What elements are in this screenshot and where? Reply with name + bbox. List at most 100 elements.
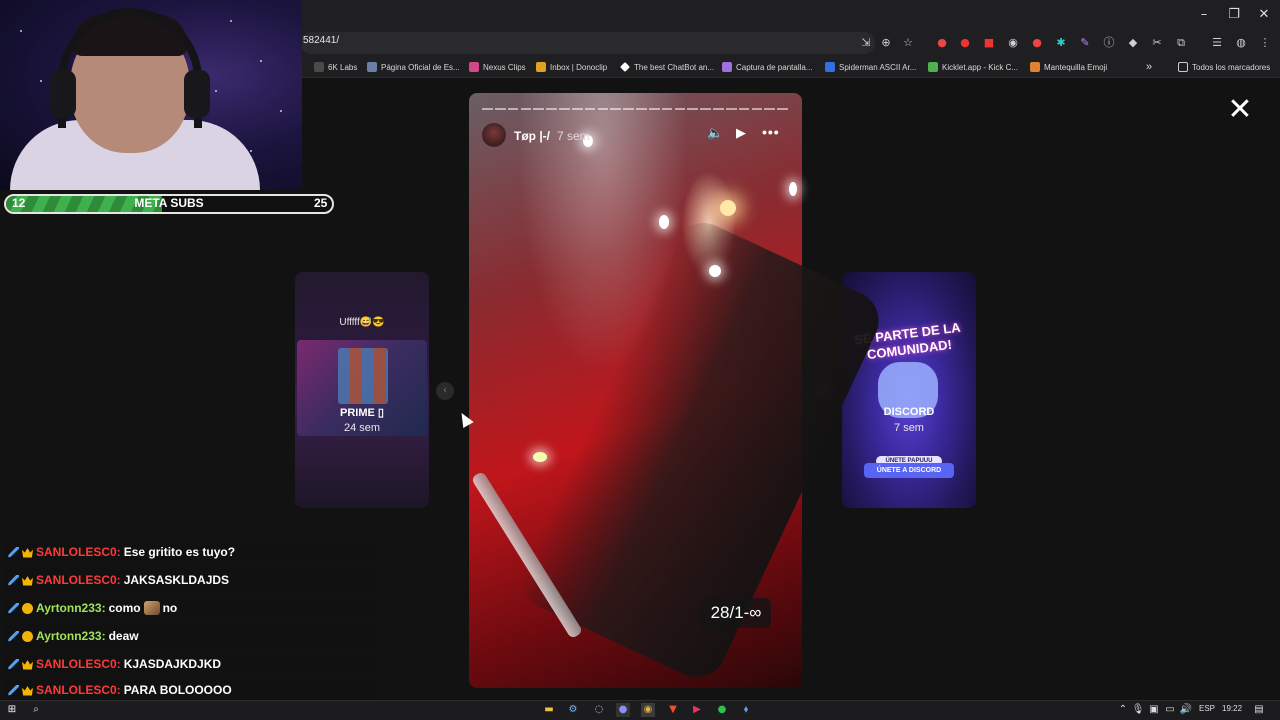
story-card-time: 7 sem [894, 422, 924, 434]
story-progress-segment [751, 108, 763, 110]
menu-icon[interactable]: ⋮ [1257, 35, 1273, 51]
story-progress-segment [533, 108, 545, 110]
chat-message: SANLOLESC0: PARA BOLOOOOO [4, 680, 378, 700]
story-sticker: 28/1-∞ [701, 598, 771, 628]
media-player-icon[interactable]: ▶ [690, 703, 704, 717]
chat-text: deaw [108, 629, 139, 643]
search-icon[interactable]: ⌕ [29, 703, 43, 717]
sword-badge-icon [8, 546, 19, 558]
chat-message: SANLOLESC0: Ese gritito es tuyo? [4, 540, 378, 564]
stage-light [789, 182, 797, 196]
headset-earcup [184, 70, 210, 118]
extension-icon[interactable]: ◆ [1125, 35, 1141, 51]
story-progress-segment [725, 108, 737, 110]
bookmark-item[interactable]: Kicklet.app - Kick C... [928, 60, 1018, 74]
story-progress-segment [648, 108, 660, 110]
bookmark-item[interactable]: Nexus Clips [469, 60, 526, 74]
spotify-icon[interactable]: ● [715, 703, 729, 717]
bookmark-item[interactable]: Inbox | Donoclip [536, 60, 607, 74]
star-dot [20, 30, 22, 32]
story-progress-segment [520, 108, 532, 110]
extension-icon[interactable]: ● [957, 35, 973, 51]
restore-button[interactable]: ❐ [1224, 6, 1244, 24]
play-icon[interactable]: ▶ [736, 126, 750, 142]
chat-message: Ayrtonn233: como no [4, 596, 378, 620]
app-tray-icon[interactable]: ▣ [1147, 703, 1161, 717]
sword-badge-icon [8, 630, 19, 642]
minimize-button[interactable]: – [1194, 6, 1214, 24]
notifications-icon[interactable]: ▤ [1252, 703, 1266, 717]
bookmarks-more-button[interactable]: » [1146, 60, 1152, 74]
sword-badge-icon [8, 602, 19, 614]
story-progress-segment [623, 108, 634, 110]
app-icon[interactable]: ◌ [592, 703, 606, 717]
story-progress-segment [700, 108, 711, 110]
zoom-icon[interactable]: ⊕ [878, 35, 894, 51]
all-bookmarks-folder[interactable]: Todos los marcadores [1178, 60, 1270, 74]
extension-icon[interactable]: ✂ [1149, 35, 1165, 51]
star-dot [40, 80, 42, 82]
install-icon[interactable]: ⇲ [858, 35, 874, 51]
chat-text: como [108, 601, 141, 615]
story-user-avatar[interactable] [482, 123, 506, 147]
story-progress-segment [610, 108, 622, 110]
profile-icon[interactable]: ◍ [1233, 35, 1249, 51]
volume-icon[interactable]: 🔊 [1179, 703, 1193, 717]
story-progress-segment [687, 108, 699, 110]
story-progress-segment [482, 108, 493, 110]
start-icon[interactable]: ⊞ [5, 703, 19, 717]
bookmark-icon [825, 62, 835, 72]
bookmark-item[interactable]: The best ChatBot an... [620, 60, 714, 74]
extension-icon[interactable]: ✱ [1053, 35, 1069, 51]
bookmark-item[interactable]: Mantequilla Emoji [1030, 60, 1107, 74]
url-text[interactable]: 582441/ [303, 35, 339, 46]
file-explorer-icon[interactable]: ▬ [542, 703, 556, 717]
chat-message: SANLOLESC0: KJASDAJKDJKD [4, 652, 378, 676]
story-username[interactable]: Tøp |-/ [514, 129, 550, 143]
taskbar-clock[interactable]: 19:22 [1222, 704, 1242, 713]
network-icon[interactable]: ▭ [1163, 703, 1177, 717]
bookmark-item[interactable]: Página Oficial de Es... [367, 60, 460, 74]
bookmark-item[interactable]: 6K Labs [314, 60, 357, 74]
adblock-icon[interactable]: ■ [981, 35, 997, 51]
chat-text: no [162, 601, 178, 615]
extension-icon[interactable]: ✎ [1077, 35, 1093, 51]
story-progress-segment [584, 108, 596, 110]
more-options-icon[interactable]: ••• [762, 124, 782, 140]
microphone-icon[interactable]: 🎙 [1131, 703, 1145, 717]
playlist-icon[interactable]: ☰ [1209, 35, 1225, 51]
extension-icon[interactable]: ● [934, 35, 950, 51]
discord-icon[interactable]: ● [616, 703, 630, 717]
chevron-up-icon[interactable]: ⌃ [1116, 703, 1130, 717]
warning-badge-icon [22, 602, 33, 614]
chat-text: Ese gritito es tuyo? [123, 545, 236, 559]
bookmark-item[interactable]: Captura de pantalla... [722, 60, 813, 74]
app-icon[interactable]: ⬧ [739, 703, 753, 717]
puzzle-icon[interactable]: ⧉ [1173, 35, 1189, 51]
extension-icon[interactable]: ◉ [1005, 35, 1021, 51]
story-progress-bar [482, 108, 788, 110]
story-progress-segment [777, 108, 788, 110]
story-progress-segment [494, 108, 506, 110]
close-window-button[interactable]: ✕ [1254, 6, 1274, 24]
language-indicator[interactable]: ESP [1199, 704, 1215, 713]
previous-story-button[interactable]: ‹ [436, 382, 454, 400]
folder-icon [1178, 62, 1188, 72]
chrome-icon[interactable]: ◉ [641, 703, 655, 717]
volume-icon[interactable]: 🔈 [707, 126, 723, 142]
sword-badge-icon [8, 684, 19, 696]
story-card-title: DISCORD [883, 406, 935, 418]
close-story-button[interactable]: ✕ [1226, 95, 1254, 125]
bookmark-icon [367, 62, 377, 72]
brave-icon[interactable]: ▼ [666, 703, 680, 717]
bookmark-icon [620, 62, 630, 72]
story-timestamp: 7 sem [557, 129, 590, 143]
story-progress-segment [738, 108, 750, 110]
info-icon[interactable]: ⓘ [1101, 35, 1117, 51]
bookmark-item[interactable]: Spiderman ASCII Ar... [825, 60, 916, 74]
star-icon[interactable]: ☆ [900, 35, 916, 51]
url-field[interactable] [300, 32, 875, 54]
extension-icon[interactable]: ● [1029, 35, 1045, 51]
chat-text: PARA BOLOOOOO [123, 683, 232, 697]
steam-icon[interactable]: ⚙ [566, 703, 580, 717]
